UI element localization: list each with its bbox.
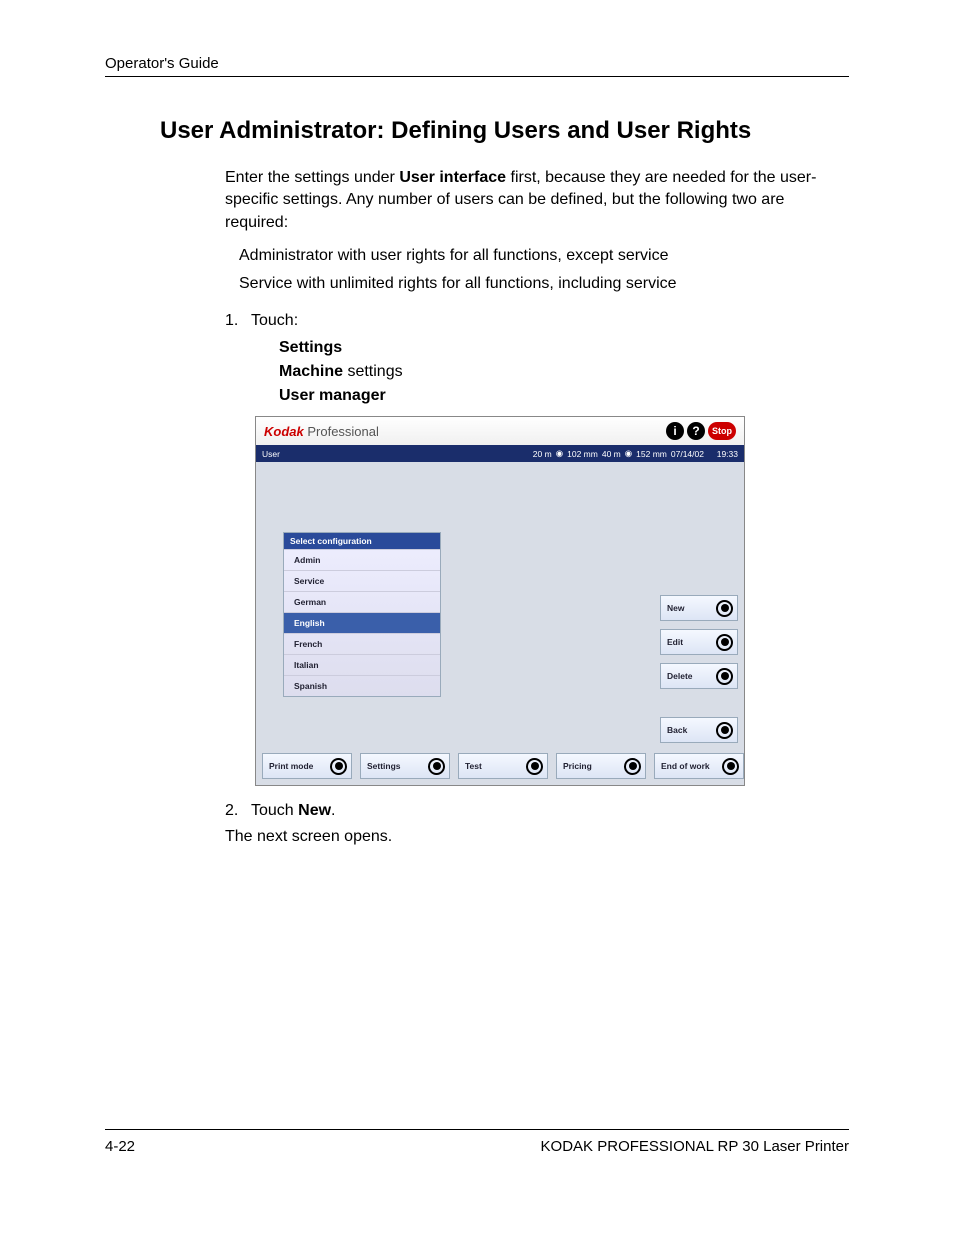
roll-icon-2: ◉ [625, 448, 632, 459]
requirement-1: Administrator with user rights for all f… [239, 244, 849, 268]
status-date: 07/14/02 [671, 449, 704, 459]
config-panel: Select configuration AdminServiceGermanE… [283, 532, 441, 697]
radio-dot-icon [722, 758, 739, 775]
screenshot: Kodak Professional i ? Stop User 20 m ◉ … [255, 416, 745, 786]
new-button[interactable]: New [660, 595, 738, 621]
info-icon[interactable]: i [666, 422, 684, 440]
delete-button[interactable]: Delete [660, 663, 738, 689]
status-paper2: 40 m [602, 449, 621, 459]
status-bar: User 20 m ◉ 102 mm 40 m ◉ 152 mm 07/14/0… [256, 445, 744, 462]
config-item-english[interactable]: English [284, 612, 440, 633]
config-item-german[interactable]: German [284, 591, 440, 612]
config-item-admin[interactable]: Admin [284, 549, 440, 570]
step-2-pre: Touch [251, 802, 298, 819]
step-1-label: Touch: [251, 312, 298, 329]
radio-dot-icon [330, 758, 347, 775]
touch-path: Settings Machine settings User manager [279, 336, 849, 408]
settings-button[interactable]: Settings [360, 753, 450, 779]
screenshot-titlebar: Kodak Professional i ? Stop [256, 417, 744, 445]
step-1: 1.Touch: [225, 312, 849, 330]
config-item-service[interactable]: Service [284, 570, 440, 591]
footer-right: KODAK PROFESSIONAL RP 30 Laser Printer [541, 1138, 849, 1155]
requirement-2: Service with unlimited rights for all fu… [239, 272, 849, 296]
back-button[interactable]: Back [660, 717, 738, 743]
radio-dot-icon [526, 758, 543, 775]
touch-machine-bold: Machine [279, 363, 343, 380]
step-1-num: 1. [225, 312, 251, 330]
intro-paragraph: Enter the settings under User interface … [225, 167, 839, 234]
radio-dot-icon [624, 758, 641, 775]
step-2: 2.Touch New. [225, 802, 849, 820]
page-footer: 4-22 KODAK PROFESSIONAL RP 30 Laser Prin… [105, 1129, 849, 1155]
touch-user-manager: User manager [279, 387, 386, 404]
touch-settings: Settings [279, 339, 342, 356]
step-2-post: . [331, 802, 335, 819]
status-paper1: 20 m [533, 449, 552, 459]
step-2-num: 2. [225, 802, 251, 820]
pricing-button[interactable]: Pricing [556, 753, 646, 779]
top-icons: i ? Stop [666, 422, 736, 440]
radio-dot-icon [716, 668, 733, 685]
config-item-french[interactable]: French [284, 633, 440, 654]
radio-dot-icon [716, 600, 733, 617]
help-icon[interactable]: ? [687, 422, 705, 440]
intro-pre: Enter the settings under [225, 169, 399, 186]
brand: Kodak Professional [264, 424, 379, 439]
page-header: Operator's Guide [105, 55, 849, 77]
roll-icon-1: ◉ [556, 448, 563, 459]
radio-dot-icon [428, 758, 445, 775]
status-time: 19:33 [717, 449, 738, 459]
step-2-bold: New [298, 802, 331, 819]
footer-left: 4-22 [105, 1138, 135, 1155]
radio-dot-icon [716, 722, 733, 739]
print-mode-button[interactable]: Print mode [262, 753, 352, 779]
after-step-2: The next screen opens. [225, 826, 839, 848]
status-left: User [262, 449, 280, 459]
edit-button[interactable]: Edit [660, 629, 738, 655]
brand-kodak: Kodak [264, 424, 304, 439]
end-of-work-button[interactable]: End of work [654, 753, 744, 779]
stop-button[interactable]: Stop [708, 422, 736, 440]
test-button[interactable]: Test [458, 753, 548, 779]
section-heading: User Administrator: Defining Users and U… [160, 117, 849, 145]
intro-bold: User interface [399, 169, 506, 186]
config-item-spanish[interactable]: Spanish [284, 675, 440, 696]
touch-machine-rest: settings [343, 363, 403, 380]
radio-dot-icon [716, 634, 733, 651]
status-mm1: 102 mm [567, 449, 598, 459]
config-item-italian[interactable]: Italian [284, 654, 440, 675]
brand-professional: Professional [304, 424, 379, 439]
status-mm2: 152 mm [636, 449, 667, 459]
config-panel-header: Select configuration [284, 533, 440, 549]
